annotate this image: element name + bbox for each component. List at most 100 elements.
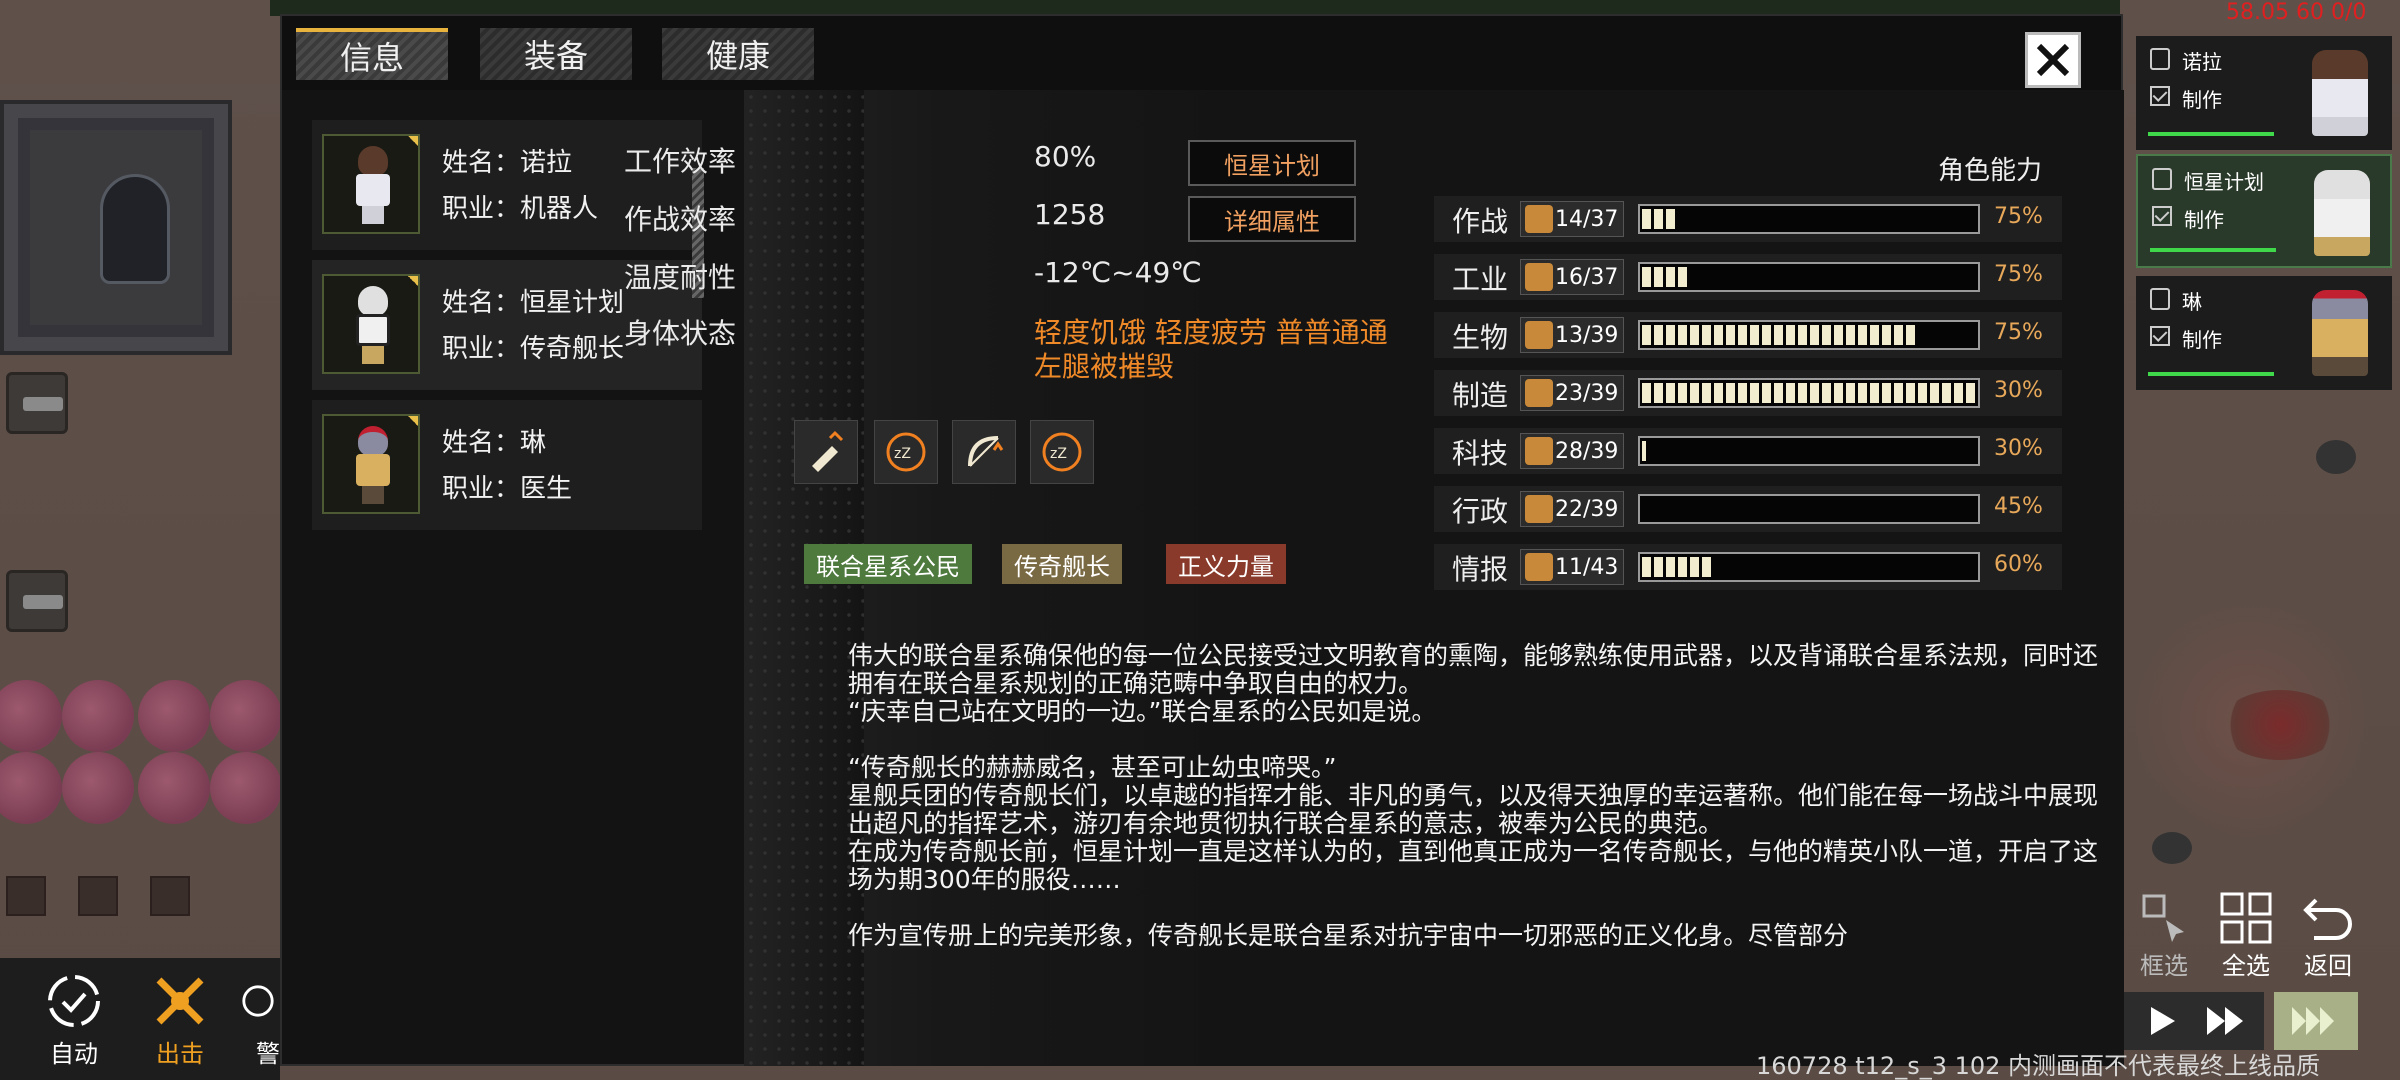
work-efficiency-label: 工作效率 [624,145,737,178]
health-bar [2148,372,2274,376]
progress-segment [1690,557,1699,577]
ability-progress-bar [1638,436,1980,466]
ability-label: 作战 [1452,205,1509,238]
progress-segment [1870,383,1879,403]
checkbox-icon [2150,86,2170,106]
progress-segment [1666,383,1675,403]
box-select-button[interactable]: 框选 [2128,890,2200,981]
character-sprite [2312,50,2368,136]
character-name: 姓名：琳 [442,428,547,458]
queue-card-nora[interactable]: 诺拉 制作 [2136,36,2392,150]
tree [0,680,62,752]
tab-health[interactable]: 健康 [662,28,814,80]
progress-segment [1798,383,1807,403]
character-info-panel: 信息 装备 健康 姓名：诺拉 职业：机器人 姓名：恒星计划 职业：传奇舰长 姓名… [280,14,2124,1066]
progress-segment [1882,325,1891,345]
bow-up-icon[interactable] [952,420,1016,484]
detail-attributes-button[interactable]: 详细属性 [1188,196,1356,242]
progress-segment [1906,325,1915,345]
temperature-tolerance-label: 温度耐性 [624,261,737,294]
ability-progress-bar [1638,320,1980,350]
alert-label: 警 [256,1040,280,1068]
close-button[interactable] [2025,32,2081,88]
tab-info[interactable]: 信息 [296,28,448,80]
trait-tag[interactable]: 联合星系公民 [804,544,972,584]
ability-level[interactable]: 28/39 [1520,433,1624,469]
character-sprite [354,146,392,224]
character-card-lin[interactable]: 姓名：琳 职业：医生 [312,400,702,530]
ability-label: 行政 [1452,495,1509,528]
progress-segment [1894,325,1903,345]
auto-button[interactable]: 自动 [34,968,114,1069]
ability-title: 角色能力 [1938,156,2043,186]
character-name-button[interactable]: 恒星计划 [1188,140,1356,186]
progress-segment [1642,209,1651,229]
select-all-button[interactable]: 全选 [2210,890,2282,981]
fast-forward-button[interactable] [2190,992,2264,1050]
queue-card-lin[interactable]: 琳 制作 [2136,276,2392,390]
queue-character-name: 诺拉 [2182,50,2222,74]
progress-segment [1642,557,1651,577]
ability-row: 情报 11/43 60% [1434,544,2062,590]
progress-segment [1642,267,1651,287]
ability-label: 制造 [1452,379,1509,412]
progress-segment [1666,557,1675,577]
progress-segment [1750,325,1759,345]
ability-percent: 75% [1994,204,2043,229]
character-job: 职业：机器人 [442,194,599,224]
queue-card-stellar-plan[interactable]: 恒星计划 制作 [2136,154,2392,268]
character-sprite [2312,290,2368,376]
trait-tag[interactable]: 正义力量 [1166,544,1286,584]
sleep-icon[interactable]: zZ [1030,420,1094,484]
ability-level[interactable]: 11/43 [1520,549,1624,585]
bullet-up-icon[interactable] [794,420,858,484]
ability-icon [1525,205,1553,233]
base-building [0,100,232,355]
progress-segment [1810,383,1819,403]
ability-level[interactable]: 22/39 [1520,491,1624,527]
reactor-core [100,174,170,284]
tab-bar: 信息 装备 健康 [282,16,2121,90]
avatar [322,414,420,514]
progress-segment [1726,383,1735,403]
character-sprite [354,286,392,364]
ability-level[interactable]: 23/39 [1520,375,1624,411]
ability-level[interactable]: 13/39 [1520,317,1624,353]
progress-segment [1762,325,1771,345]
undo-arrow-icon [2292,890,2364,946]
progress-segment [1966,383,1975,403]
queue-task: 制作 [2182,328,2222,352]
progress-segment [1822,325,1831,345]
play-icon [2151,1007,2175,1035]
alert-button[interactable]: 警 [236,968,280,1069]
tree [210,680,282,752]
back-button[interactable]: 返回 [2292,890,2364,981]
queue-task: 制作 [2182,88,2222,112]
ability-level[interactable]: 14/37 [1520,201,1624,237]
progress-segment [1666,267,1675,287]
ability-level[interactable]: 16/37 [1520,259,1624,295]
play-button[interactable] [2124,992,2198,1050]
trait-tag[interactable]: 传奇舰长 [1002,544,1122,584]
character-job: 职业：医生 [442,474,573,504]
back-label: 返回 [2304,952,2352,980]
progress-segment [1654,267,1663,287]
tab-equipment[interactable]: 装备 [480,28,632,80]
ability-row: 科技 28/39 30% [1434,428,2062,474]
build-info-watermark: 160728 t12_s_3 102 内测画面不代表最终上线品质 [1756,1052,2321,1080]
progress-segment [1738,383,1747,403]
fastest-button[interactable] [2274,992,2358,1050]
character-sprite [354,426,392,504]
fps-readout: 58.05 60 0/0 [2226,0,2367,25]
progress-segment [1654,383,1663,403]
sleep-icon[interactable]: zZ [874,420,938,484]
sortie-button[interactable]: 出击 [140,968,220,1069]
ground-stain [2220,690,2340,760]
progress-segment [1798,325,1807,345]
progress-segment [1894,383,1903,403]
description-paragraph: 星舰兵团的传奇舰长们，以卓越的指挥才能、非凡的勇气，以及得天独厚的幸运著称。他们… [848,781,2099,838]
ability-icon [1525,263,1553,291]
progress-segment [1846,325,1855,345]
progress-segment [1678,383,1687,403]
body-status-value: 轻度饥饿 轻度疲劳 普普通通 左腿被摧毁 [1034,316,1388,383]
